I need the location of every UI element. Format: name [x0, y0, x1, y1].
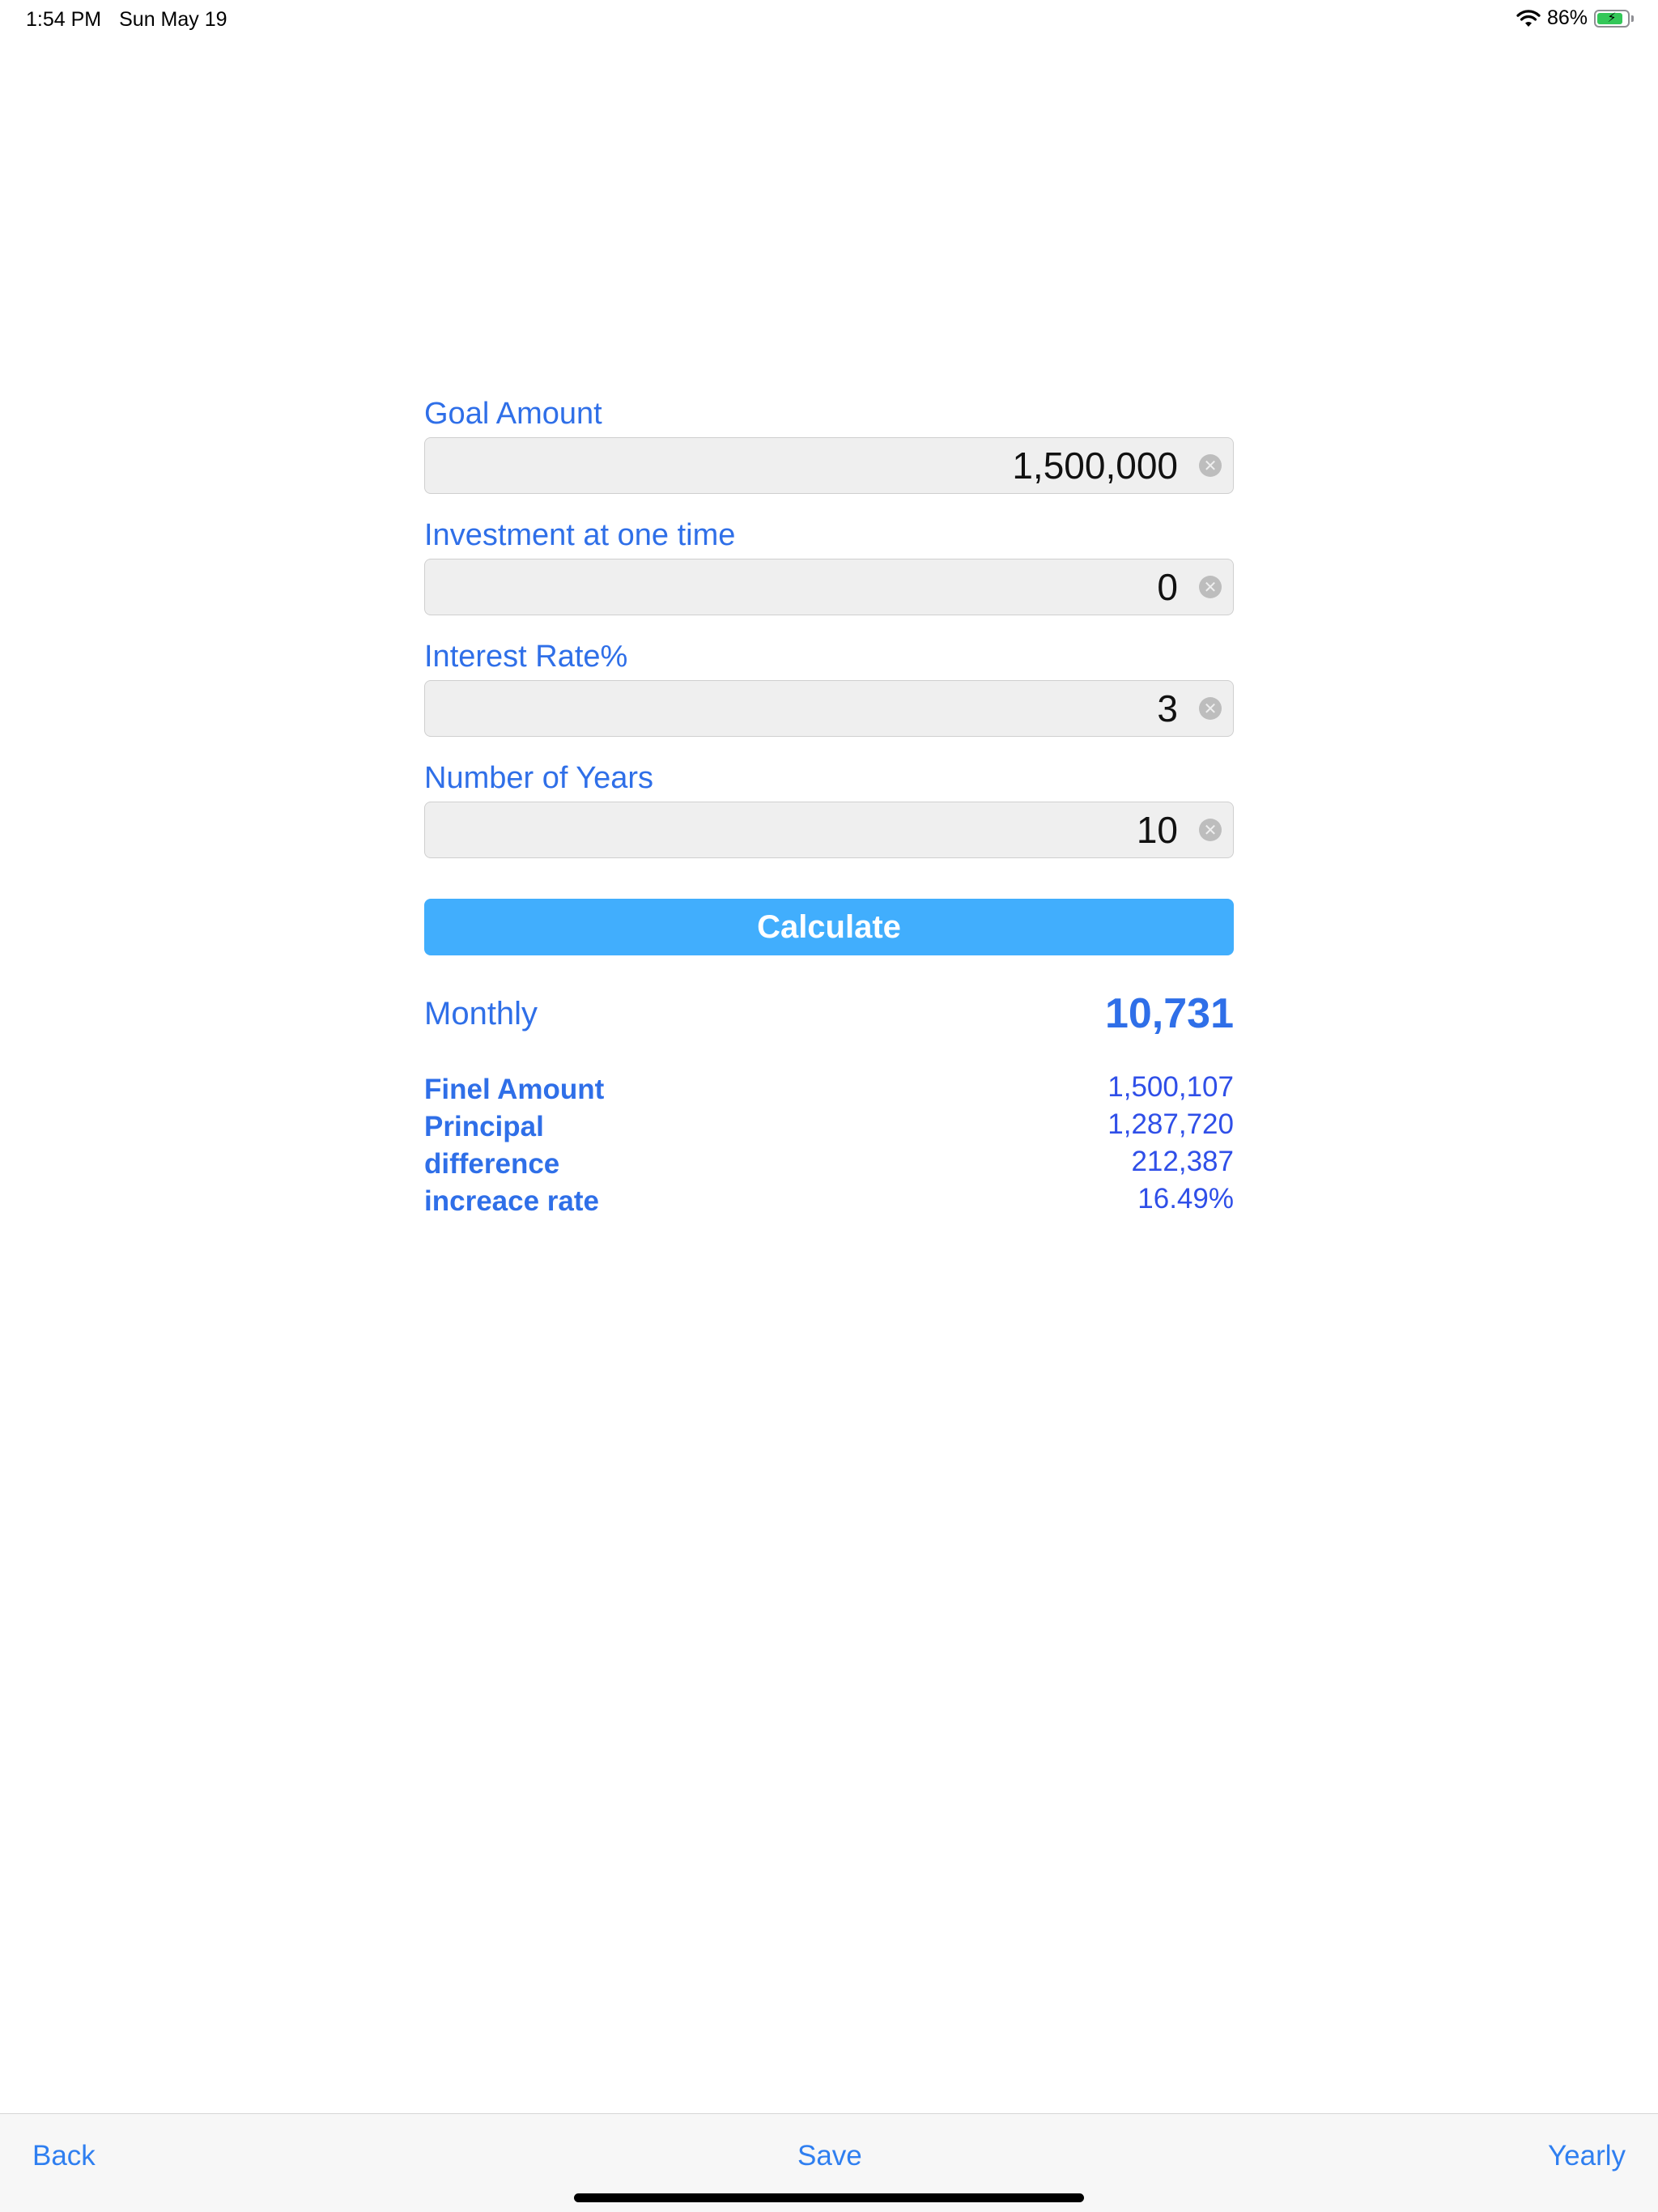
status-time: 1:54 PM [26, 8, 102, 31]
result-row: increace rate 16.49% [424, 1183, 1234, 1223]
years-label: Number of Years [424, 761, 654, 795]
interest-rate-label: Interest Rate% [424, 640, 628, 674]
years-value[interactable]: 10 [1137, 802, 1178, 857]
result-row: Finel Amount 1,500,107 [424, 1071, 1234, 1111]
difference-label: difference [424, 1148, 560, 1180]
result-row: Principal 1,287,720 [424, 1108, 1234, 1148]
interest-rate-input[interactable]: 3 ✕ [424, 680, 1234, 737]
battery-charging-icon: ⚡ [1594, 9, 1634, 28]
principal-label: Principal [424, 1111, 544, 1142]
home-indicator[interactable] [574, 2193, 1084, 2202]
goal-amount-value[interactable]: 1,500,000 [1012, 438, 1178, 493]
back-button[interactable]: Back [32, 2140, 96, 2172]
status-date: Sun May 19 [119, 8, 227, 31]
save-button[interactable]: Save [797, 2140, 862, 2172]
monthly-value: 10,731 [1104, 990, 1234, 1037]
status-right: 86% ⚡ [1516, 6, 1634, 30]
calculate-button[interactable]: Calculate [424, 899, 1234, 955]
clear-icon[interactable]: ✕ [1199, 454, 1222, 477]
battery-cap [1631, 15, 1634, 22]
interest-rate-value[interactable]: 3 [1157, 681, 1178, 736]
difference-value: 212,387 [1131, 1146, 1234, 1177]
result-row: difference 212,387 [424, 1146, 1234, 1185]
clear-icon[interactable]: ✕ [1199, 697, 1222, 720]
investment-input[interactable]: 0 ✕ [424, 559, 1234, 615]
battery-body: ⚡ [1594, 9, 1630, 28]
increase-rate-value: 16.49% [1137, 1183, 1234, 1214]
monthly-label: Monthly [424, 996, 538, 1032]
bolt-icon: ⚡ [1607, 11, 1617, 25]
increase-rate-label: increace rate [424, 1185, 599, 1217]
bottom-toolbar: Back Save Yearly [0, 2113, 1658, 2212]
years-input[interactable]: 10 ✕ [424, 802, 1234, 858]
clear-icon[interactable]: ✕ [1199, 819, 1222, 841]
final-amount-label: Finel Amount [424, 1074, 605, 1105]
clear-icon[interactable]: ✕ [1199, 576, 1222, 598]
investment-value[interactable]: 0 [1157, 559, 1178, 615]
battery-percent: 86% [1546, 6, 1588, 29]
yearly-button[interactable]: Yearly [1548, 2140, 1626, 2172]
status-left: 1:54 PM Sun May 19 [26, 8, 227, 32]
wifi-icon [1516, 9, 1541, 28]
status-bar: 1:54 PM Sun May 19 86% ⚡ [0, 0, 1658, 39]
goal-amount-input[interactable]: 1,500,000 ✕ [424, 437, 1234, 494]
investment-label: Investment at one time [424, 518, 736, 552]
goal-amount-label: Goal Amount [424, 397, 602, 431]
final-amount-value: 1,500,107 [1107, 1071, 1234, 1103]
principal-value: 1,287,720 [1107, 1108, 1234, 1140]
